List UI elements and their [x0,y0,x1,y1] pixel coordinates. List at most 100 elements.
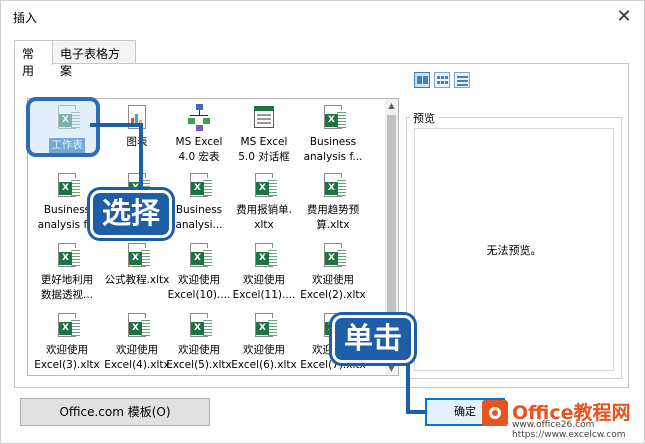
file-item-label-line: 费用报销单. [236,204,292,216]
excel-template-icon: X [321,172,346,200]
click-callout-connector [406,362,410,414]
preview-title: 预览 [410,110,438,126]
selection-highlight [26,97,100,157]
excel-template-icon: X [55,312,80,340]
excel-template-icon: X [252,242,277,270]
file-item-label-line: 4.0 宏表 [178,151,220,163]
file-item-label-line: 欢迎使用 [243,344,285,356]
watermark-url-secondary: https://www.excelcw.com [512,430,626,440]
file-item-label-line: 欢迎使用 [46,344,88,356]
details-view-icon[interactable] [454,72,470,88]
template-file-item[interactable]: MS Excel 4.0 宏表 [164,104,234,168]
select-callout-connector-vertical [139,123,143,191]
office-logo-icon [482,400,508,426]
file-item-label-line: 数据透视... [40,289,93,301]
excel-template-icon: X [125,242,150,270]
template-file-item[interactable]: 图表 [102,104,172,168]
dialog-title: 插入 [13,11,38,25]
excel-template-icon: X [187,312,212,340]
file-item-label: Business analysi... [164,203,234,233]
excel-template-icon: X [252,312,277,340]
scroll-up-icon[interactable]: ▲ [385,99,398,112]
file-item-label: 图表 [102,135,172,150]
tab-common[interactable]: 常用 [14,40,53,78]
file-item-label-line: Excel(3).xltx [34,359,100,371]
site-watermark: Office教程网 www.office26.com https://www.e… [472,396,645,444]
template-file-item[interactable]: X Business analysis f... [298,104,368,168]
preview-pane: 无法预览。 [414,128,614,371]
office-templates-button[interactable]: Office.com 模板(O) [20,398,210,426]
list-view-icon[interactable] [434,72,450,88]
excel-template-icon: X [252,172,277,200]
excel-template-icon: X [55,172,80,200]
file-item-label-line: Excel(6).xltx [231,359,297,371]
template-file-item[interactable]: X 欢迎使用 Excel(2).xltx [298,242,368,306]
macro-sheet-icon [187,104,211,132]
file-item-label: 欢迎使用 Excel(4).xltx [102,343,172,373]
template-file-item[interactable]: X 欢迎使用 Excel(11).... [229,242,299,306]
file-item-label: 欢迎使用 Excel(2).xltx [298,273,368,303]
template-file-item[interactable]: X 欢迎使用 Excel(5).xltx [164,312,234,376]
file-item-label: 更好地利用数据透视... [32,273,102,303]
template-file-item[interactable]: X 费用报销单. xltx [229,172,299,236]
template-file-item[interactable]: X 费用趋势预算.xltx [298,172,368,236]
file-item-label-line: MS Excel [240,136,288,148]
file-item-label: 公式教程.xltx [102,273,172,288]
template-file-item[interactable]: MS Excel 5.0 对话框 [229,104,299,168]
file-item-label-line: 公式教程.xltx [104,274,170,286]
file-item-label: MS Excel 5.0 对话框 [229,135,299,165]
template-file-item[interactable]: X 公式教程.xltx [102,242,172,306]
preview-empty-text: 无法预览。 [486,243,542,257]
file-item-label-line: xltx [254,219,274,231]
file-item-label-line: 图表 [126,136,148,148]
file-item-label-line: 更好地利用 [40,274,94,286]
file-item-label-line: analysi... [175,219,223,231]
select-callout-connector [90,123,142,127]
file-item-label: 欢迎使用 Excel(6).xltx [229,343,299,373]
excel-template-icon: X [125,312,150,340]
file-item-label: 费用报销单. xltx [229,203,299,233]
file-item-label-line: 欢迎使用 [116,344,158,356]
file-item-label-line: analysis f... [303,151,363,163]
file-item-label-line: 算.xltx [316,219,350,231]
template-file-item[interactable]: X 欢迎使用 Excel(6).xltx [229,312,299,376]
excel-template-icon: X [187,172,212,200]
large-icons-view-icon[interactable] [414,72,430,88]
excel-template-icon: X [321,104,346,132]
file-item-label: 欢迎使用 Excel(5).xltx [164,343,234,373]
scroll-down-icon[interactable]: ▼ [385,362,398,375]
close-button[interactable]: ✕ [611,4,637,28]
file-item-label-line: Excel(5).xltx [166,359,232,371]
file-item-label-line: 欢迎使用 [178,274,220,286]
click-callout-connector-horizontal [406,410,426,414]
file-item-label: Business analysis f... [298,135,368,165]
file-item-label-line: Excel(4).xltx [104,359,170,371]
watermark-url: www.office26.com [512,420,595,430]
file-item-label-line: 欢迎使用 [178,344,220,356]
file-item-label-line: 欢迎使用 [312,274,354,286]
excel-template-icon: X [187,242,212,270]
file-item-label: 欢迎使用 Excel(11).... [229,273,299,303]
template-file-item[interactable]: X 欢迎使用 Excel(4).xltx [102,312,172,376]
file-item-label-line: 5.0 对话框 [238,151,290,163]
template-file-item[interactable]: X 更好地利用 数据透视... [32,242,102,306]
file-item-label-line: Excel(11).... [232,289,296,301]
file-item-label: 欢迎使用 Excel(3).xltx [32,343,102,373]
file-item-label: 费用趋势预算.xltx [298,203,368,233]
file-item-label-line: MS Excel [175,136,223,148]
template-file-item[interactable]: X 欢迎使用 Excel(10).... [164,242,234,306]
file-item-label-line: Excel(10).... [167,289,231,301]
tab-spreadsheet-solutions[interactable]: 电子表格方案 [52,40,136,78]
dialog-sheet-icon [252,104,276,132]
select-callout: 选择 [90,190,172,238]
file-item-label-line: Excel(2).xltx [300,289,366,301]
file-item-label-line: 欢迎使用 [243,274,285,286]
template-file-item[interactable]: X 欢迎使用 Excel(3).xltx [32,312,102,376]
file-item-label-line: 费用趋势预 [306,204,360,216]
template-file-item[interactable]: X Business analysi... [164,172,234,236]
file-item-label: 欢迎使用 Excel(10).... [164,273,234,303]
file-item-label-line: Business [175,204,223,216]
title-bar: 插入 ✕ [1,1,645,31]
excel-template-icon: X [321,242,346,270]
file-item-label-line: Business [309,136,357,148]
